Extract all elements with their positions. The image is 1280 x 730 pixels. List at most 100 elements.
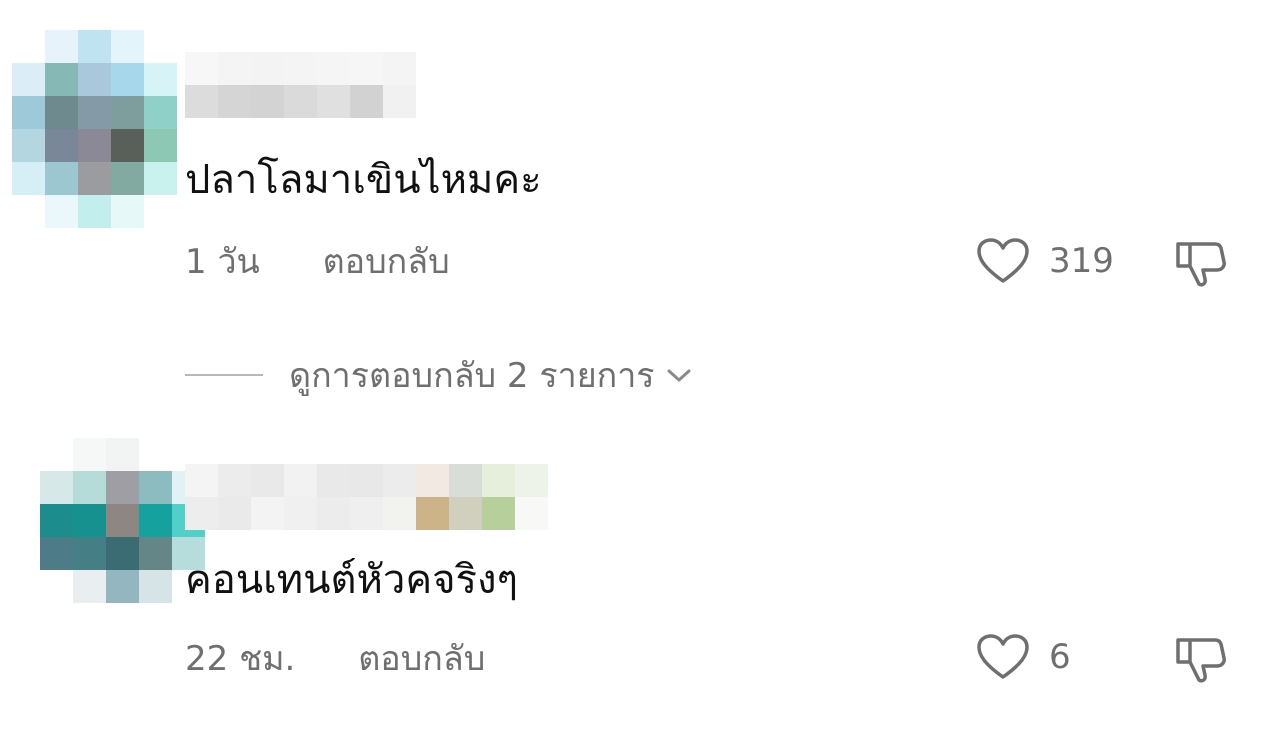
avatar-pixel bbox=[78, 129, 111, 162]
username-blur-pixel bbox=[251, 464, 284, 497]
avatar-pixel bbox=[78, 30, 111, 63]
username-blurred[interactable] bbox=[185, 52, 416, 118]
avatar-pixel bbox=[12, 195, 45, 228]
username-blur-pixel bbox=[218, 497, 251, 530]
username-blur-pixel bbox=[218, 85, 251, 118]
avatar-pixel bbox=[40, 438, 73, 471]
avatar-pixel bbox=[73, 504, 106, 537]
username-blur-pixel bbox=[515, 497, 548, 530]
comment-meta: 1 วัน ตอบกลับ bbox=[185, 245, 450, 279]
like-button[interactable]: 6 bbox=[975, 632, 1071, 682]
username-blur-pixel bbox=[449, 464, 482, 497]
username-blur-pixel bbox=[350, 85, 383, 118]
username-blur-pixel bbox=[515, 464, 548, 497]
avatar-pixel bbox=[73, 537, 106, 570]
dislike-icon[interactable] bbox=[1172, 234, 1230, 292]
avatar-pixel bbox=[40, 504, 73, 537]
avatar-pixel bbox=[139, 438, 172, 471]
comment-time: 1 วัน bbox=[185, 242, 260, 282]
username-blur-pixel bbox=[317, 85, 350, 118]
dislike-icon[interactable] bbox=[1172, 630, 1230, 688]
avatar-pixel bbox=[106, 537, 139, 570]
avatar-pixel bbox=[45, 30, 78, 63]
username-blurred[interactable] bbox=[185, 464, 548, 530]
avatar-pixel bbox=[111, 63, 144, 96]
username-blur-pixel bbox=[449, 497, 482, 530]
username-blur-pixel bbox=[350, 52, 383, 85]
avatar-pixel bbox=[111, 195, 144, 228]
username-blur-pixel bbox=[284, 85, 317, 118]
username-blur-pixel bbox=[218, 464, 251, 497]
username-blur-pixel bbox=[185, 464, 218, 497]
avatar-pixel bbox=[45, 162, 78, 195]
comment-meta: 22 ชม. ตอบกลับ bbox=[185, 642, 485, 676]
heart-icon bbox=[977, 238, 1029, 283]
username-blur-pixel bbox=[284, 464, 317, 497]
avatar-pixel bbox=[40, 471, 73, 504]
avatar-pixel bbox=[73, 438, 106, 471]
username-blur-pixel bbox=[185, 85, 218, 118]
username-blur-pixel bbox=[383, 85, 416, 118]
username-blur-pixel bbox=[317, 52, 350, 85]
username-blur-pixel bbox=[317, 464, 350, 497]
username-blur-pixel bbox=[284, 497, 317, 530]
username-blur-pixel bbox=[416, 464, 449, 497]
avatar-pixel bbox=[144, 96, 177, 129]
like-button[interactable]: 319 bbox=[975, 236, 1114, 286]
avatar-pixel bbox=[144, 63, 177, 96]
avatar-pixel bbox=[12, 63, 45, 96]
avatar-pixel bbox=[73, 471, 106, 504]
avatar-pixel bbox=[12, 162, 45, 195]
avatar-pixel bbox=[12, 30, 45, 63]
username-blur-pixel bbox=[185, 497, 218, 530]
avatar-pixel bbox=[111, 30, 144, 63]
view-replies-label: ดูการตอบกลับ 2 รายการ bbox=[289, 356, 655, 396]
avatar-pixel bbox=[12, 129, 45, 162]
username-blur-pixel bbox=[251, 497, 284, 530]
reply-button[interactable]: ตอบกลับ bbox=[323, 245, 450, 279]
avatar-pixel bbox=[111, 129, 144, 162]
avatar-pixel bbox=[139, 504, 172, 537]
avatar-pixel bbox=[144, 195, 177, 228]
heart-icon bbox=[977, 634, 1029, 679]
username-blur-pixel bbox=[383, 52, 416, 85]
avatar[interactable] bbox=[40, 438, 205, 603]
avatar[interactable] bbox=[12, 30, 177, 228]
avatar-pixel bbox=[106, 471, 139, 504]
comment-time: 22 ชม. bbox=[185, 639, 296, 679]
like-count: 319 bbox=[1049, 241, 1114, 281]
avatar-pixel bbox=[144, 162, 177, 195]
avatar-pixel bbox=[78, 195, 111, 228]
avatar-pixel bbox=[45, 63, 78, 96]
avatar-pixel bbox=[139, 570, 172, 603]
username-blur-pixel bbox=[218, 52, 251, 85]
avatar-pixel bbox=[40, 537, 73, 570]
username-blur-pixel bbox=[350, 497, 383, 530]
avatar-pixel bbox=[111, 162, 144, 195]
username-blur-pixel bbox=[284, 52, 317, 85]
username-blur-pixel bbox=[383, 464, 416, 497]
avatar-pixel bbox=[40, 570, 73, 603]
comment-text: ปลาโลมาเขินไหมคะ bbox=[185, 157, 542, 203]
view-replies-button[interactable]: ดูการตอบกลับ 2 รายการ bbox=[185, 348, 693, 402]
username-blur-pixel bbox=[482, 497, 515, 530]
comment-text: คอนเทนต์หัวคจริงๆ bbox=[185, 557, 519, 603]
username-blur-pixel bbox=[317, 497, 350, 530]
avatar-pixel bbox=[73, 570, 106, 603]
avatar-pixel bbox=[139, 471, 172, 504]
avatar-pixel bbox=[144, 129, 177, 162]
username-blur-pixel bbox=[416, 497, 449, 530]
username-blur-pixel bbox=[482, 464, 515, 497]
avatar-pixel bbox=[144, 30, 177, 63]
avatar-pixel bbox=[106, 438, 139, 471]
avatar-pixel bbox=[78, 63, 111, 96]
reply-button[interactable]: ตอบกลับ bbox=[358, 642, 485, 676]
username-blur-pixel bbox=[383, 497, 416, 530]
avatar-pixel bbox=[106, 570, 139, 603]
username-blur-pixel bbox=[185, 52, 218, 85]
avatar-pixel bbox=[12, 96, 45, 129]
avatar-pixel bbox=[45, 195, 78, 228]
avatar-pixel bbox=[45, 129, 78, 162]
username-blur-pixel bbox=[251, 52, 284, 85]
chevron-down-icon bbox=[667, 369, 691, 382]
